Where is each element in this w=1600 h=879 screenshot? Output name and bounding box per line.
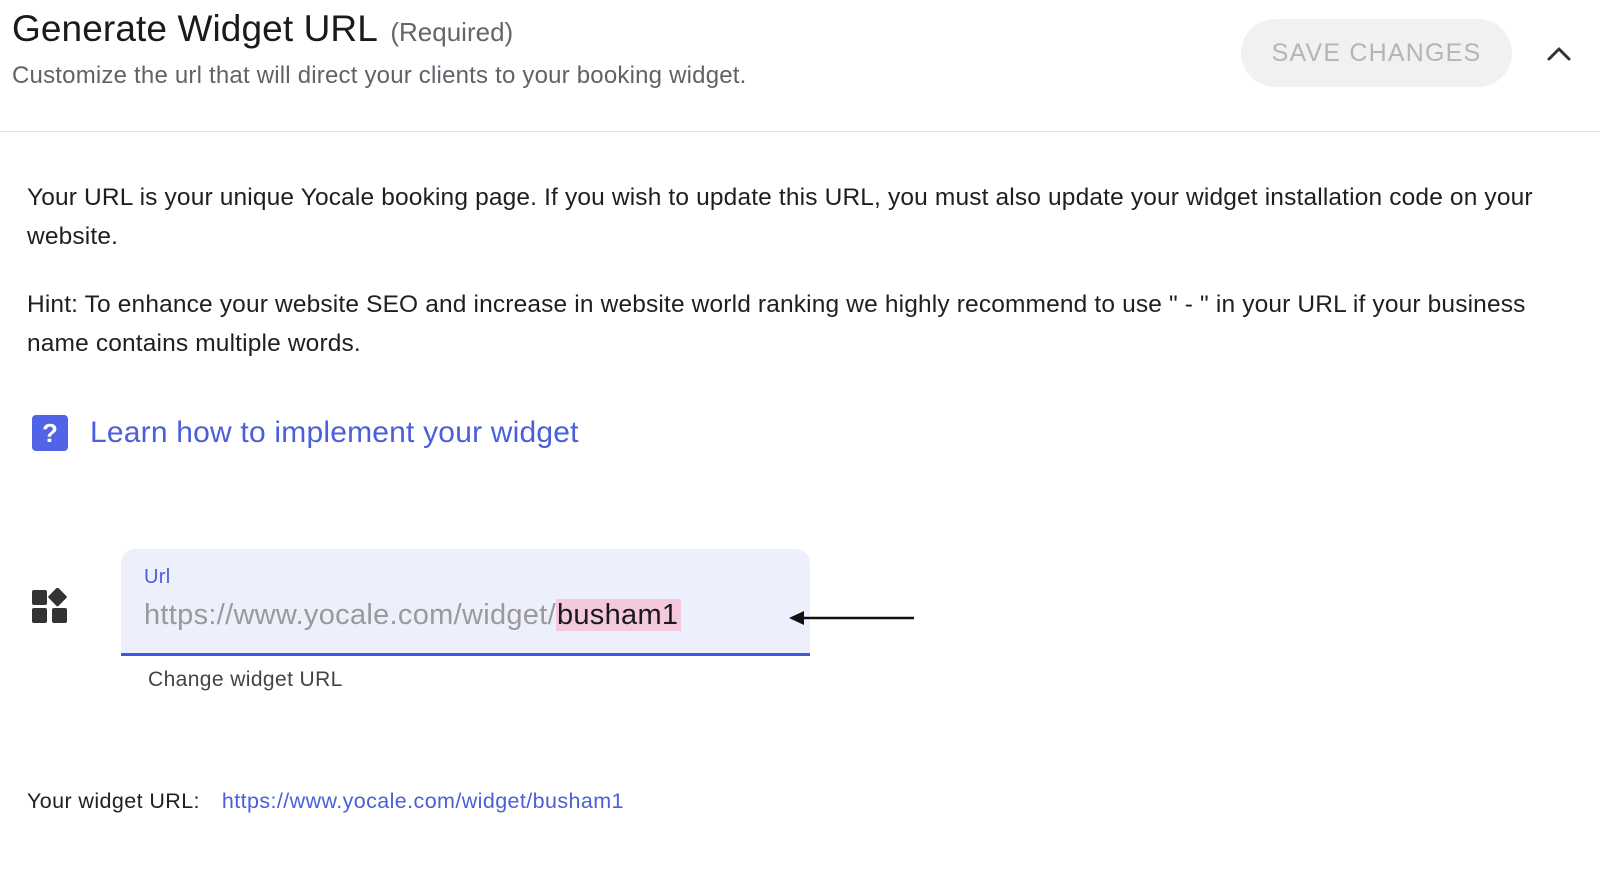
arrow-left-icon	[789, 611, 914, 625]
chevron-up-icon[interactable]	[1543, 38, 1575, 70]
section-header: Generate Widget URL (Required) Customize…	[0, 0, 1600, 132]
widget-url-row: Your widget URL: https://www.yocale.com/w…	[27, 789, 624, 814]
widgets-icon	[32, 588, 67, 623]
page-subtitle: Customize the url that will direct your …	[12, 62, 747, 89]
learn-widget-link[interactable]: Learn how to implement your widget	[90, 416, 579, 450]
url-field[interactable]: Url https://www.yocale.com/widget/busham…	[121, 549, 810, 656]
learn-row[interactable]: ? Learn how to implement your widget	[32, 415, 579, 451]
page-title: Generate Widget URL	[12, 8, 378, 49]
widget-url-label: Your widget URL:	[27, 789, 200, 813]
title-row: Generate Widget URL (Required)	[12, 8, 513, 50]
url-prefix: https://www.yocale.com/widget/	[144, 599, 556, 631]
seo-hint: Hint: To enhance your website SEO and in…	[27, 291, 1526, 357]
url-helper-text: Change widget URL	[148, 668, 343, 691]
url-description: Your URL is your unique Yocale booking p…	[27, 184, 1533, 250]
question-mark-icon: ?	[32, 415, 68, 451]
url-input[interactable]: https://www.yocale.com/widget/busham1	[144, 599, 682, 632]
required-indicator: (Required)	[390, 17, 514, 47]
widget-url-link[interactable]: https://www.yocale.com/widget/busham1	[222, 789, 624, 813]
save-changes-button[interactable]: SAVE CHANGES	[1241, 19, 1512, 87]
url-slug-value[interactable]: busham1	[555, 599, 682, 631]
url-field-label: Url	[144, 566, 171, 588]
